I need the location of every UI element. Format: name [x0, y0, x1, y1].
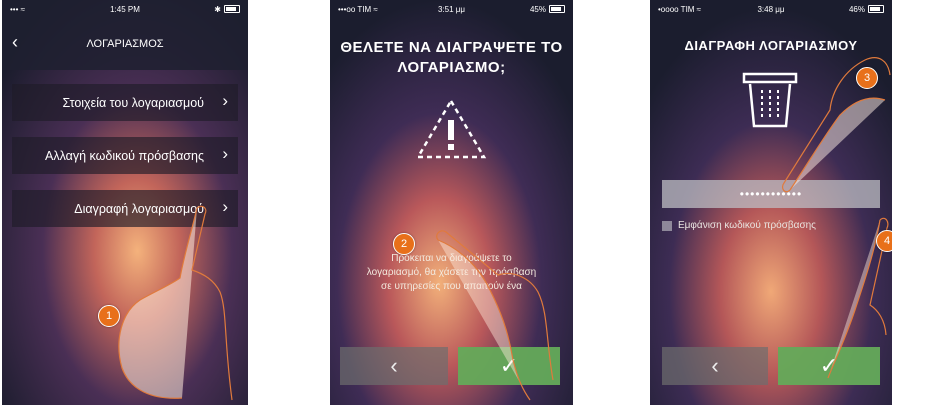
chevron-left-icon: ‹ — [390, 353, 398, 378]
menu-item-label: Στοιχεία του λογαριασμού — [62, 95, 204, 110]
confirm-title: ΘΕΛΕΤΕ ΝΑ ΔΙΑΓΡΑΨΕΤΕ ΤΟ ΛΟΓΑΡΙΑΣΜΟ; — [330, 38, 573, 78]
screen-delete-confirm: •••oo TIM ≈ 3:51 μμ 45% ΘΕΛΕΤΕ ΝΑ ΔΙΑΓΡΑ… — [330, 0, 573, 405]
step-badge-4: 4 — [876, 230, 892, 252]
nav-bar: ‹ ΛΟΓΑΡΙΑΣΜΟΣ — [2, 24, 248, 64]
show-password-checkbox[interactable] — [662, 220, 672, 231]
warning-icon — [415, 98, 487, 159]
menu-item-account-details[interactable]: Στοιχεία του λογαριασμού › — [12, 84, 238, 121]
carrier-text: •oooo TIM ≈ — [658, 4, 702, 14]
status-bar: •oooo TIM ≈ 3:48 μμ 46% — [650, 0, 892, 18]
confirm-title-line: ΛΟΓΑΡΙΑΣΜΟ; — [397, 59, 506, 76]
pointing-hand-icon — [436, 230, 554, 401]
screen-delete-account: •oooo TIM ≈ 3:48 μμ 46% ΔΙΑΓΡΑΦΗ ΛΟΓΑΡΙΑ… — [650, 0, 892, 405]
status-bar: •••oo TIM ≈ 3:51 μμ 45% — [330, 0, 573, 18]
chevron-right-icon: › — [222, 91, 228, 110]
screen-account-menu: ••• ≈ 1:45 PM ✱ ‹ ΛΟΓΑΡΙΑΣΜΟΣ Στοιχεία τ… — [2, 0, 248, 405]
battery-icon — [868, 5, 884, 13]
status-bar: ••• ≈ 1:45 PM ✱ — [2, 0, 248, 18]
pointing-hand-icon — [781, 57, 891, 193]
pointing-hand-icon — [118, 205, 233, 401]
pointing-hand-icon — [827, 217, 889, 379]
status-time: 1:45 PM — [110, 4, 140, 14]
back-icon[interactable]: ‹ — [12, 32, 18, 53]
battery-icon — [549, 5, 565, 13]
confirm-title-line: ΘΕΛΕΤΕ ΝΑ ΔΙΑΓΡΑΨΕΤΕ ΤΟ — [340, 39, 563, 56]
chevron-right-icon: › — [222, 144, 228, 163]
step-badge-3: 3 — [856, 67, 878, 89]
step-badge-2: 2 — [393, 233, 415, 255]
page-title: ΛΟΓΑΡΙΑΣΜΟΣ — [86, 38, 164, 50]
battery-icon — [224, 5, 240, 13]
carrier-text: •••oo TIM ≈ — [338, 4, 378, 14]
bluetooth-icon: ✱ — [214, 4, 221, 14]
battery-percent: 45% — [529, 4, 546, 14]
battery-percent: 46% — [848, 4, 865, 14]
menu-item-change-password[interactable]: Αλλαγή κωδικού πρόσβασης › — [12, 137, 238, 174]
back-button[interactable]: ‹ — [662, 347, 768, 385]
menu-item-label: Αλλαγή κωδικού πρόσβασης — [44, 148, 204, 163]
chevron-left-icon: ‹ — [711, 353, 719, 378]
carrier-text: ••• ≈ — [10, 4, 26, 14]
step-badge-1: 1 — [98, 305, 120, 327]
